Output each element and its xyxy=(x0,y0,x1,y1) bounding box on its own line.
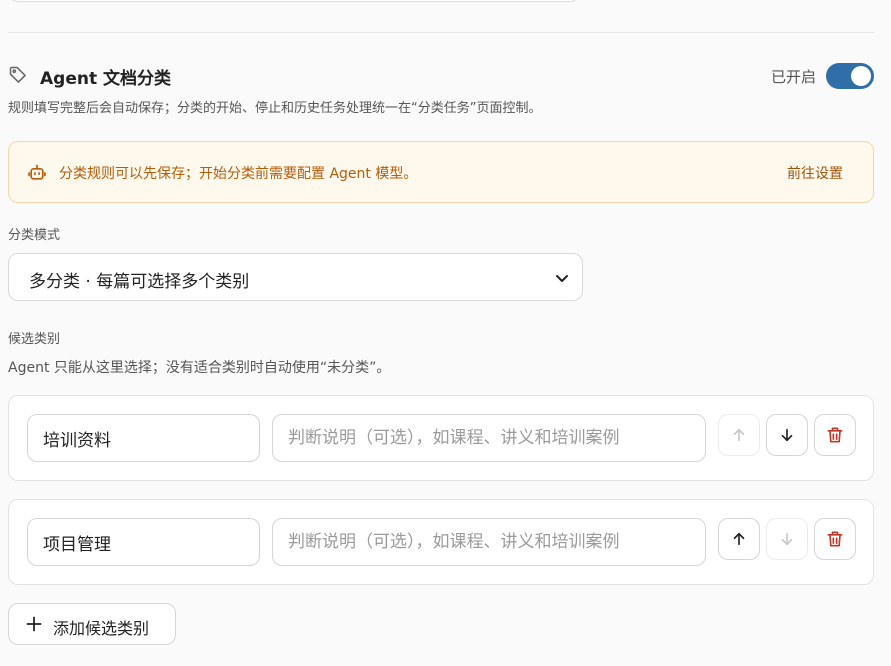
candidates-label: 候选类别 xyxy=(8,332,61,347)
chevron-down-icon xyxy=(556,275,568,282)
arrow-up-icon xyxy=(733,428,745,442)
previous-input-field[interactable] xyxy=(8,0,580,2)
trash-icon xyxy=(827,427,843,443)
robot-icon xyxy=(28,164,46,180)
section-header: Agent 文档分类 已开启 xyxy=(8,62,874,92)
move-down-button[interactable] xyxy=(766,518,808,560)
delete-category-button[interactable] xyxy=(814,414,856,456)
enable-toggle[interactable] xyxy=(826,63,874,89)
mode-select[interactable]: 多分类 · 每篇可选择多个类别 xyxy=(8,253,583,301)
tag-icon xyxy=(9,66,26,83)
move-down-button[interactable] xyxy=(766,414,808,456)
add-category-label: 添加候选类别 xyxy=(53,619,150,638)
enable-toggle-group: 已开启 xyxy=(771,62,874,90)
category-name-input[interactable] xyxy=(27,518,260,566)
move-up-button[interactable] xyxy=(718,518,760,560)
section-description: 规则填写完整后会自动保存；分类的开始、停止和历史任务处理统一在“分类任务”页面控… xyxy=(8,101,542,116)
category-description-input[interactable] xyxy=(272,518,706,566)
arrow-up-icon xyxy=(733,532,745,546)
notice-text: 分类规则可以先保存；开始分类前需要配置 Agent 模型。 xyxy=(59,166,418,182)
plus-icon xyxy=(26,616,42,632)
section-title: Agent 文档分类 xyxy=(40,69,172,89)
add-category-button[interactable]: 添加候选类别 xyxy=(8,603,176,645)
category-name-input[interactable] xyxy=(27,414,260,462)
arrow-down-icon xyxy=(781,428,793,442)
mode-label: 分类模式 xyxy=(8,228,61,243)
arrow-down-icon xyxy=(781,532,793,546)
go-to-settings-link[interactable]: 前往设置 xyxy=(787,163,843,183)
model-notice: 分类规则可以先保存；开始分类前需要配置 Agent 模型。 前往设置 xyxy=(8,141,874,203)
move-up-button[interactable] xyxy=(718,414,760,456)
toggle-status-label: 已开启 xyxy=(770,67,816,86)
category-row xyxy=(8,499,874,585)
category-description-input[interactable] xyxy=(272,414,706,462)
mode-selected-value: 多分类 · 每篇可选择多个类别 xyxy=(29,272,250,292)
section-divider xyxy=(8,32,875,33)
candidates-description: Agent 只能从这里选择；没有适合类别时自动使用“未分类”。 xyxy=(8,360,391,376)
trash-icon xyxy=(827,531,843,547)
toggle-knob xyxy=(851,66,871,86)
delete-category-button[interactable] xyxy=(814,518,856,560)
category-row xyxy=(8,395,874,481)
